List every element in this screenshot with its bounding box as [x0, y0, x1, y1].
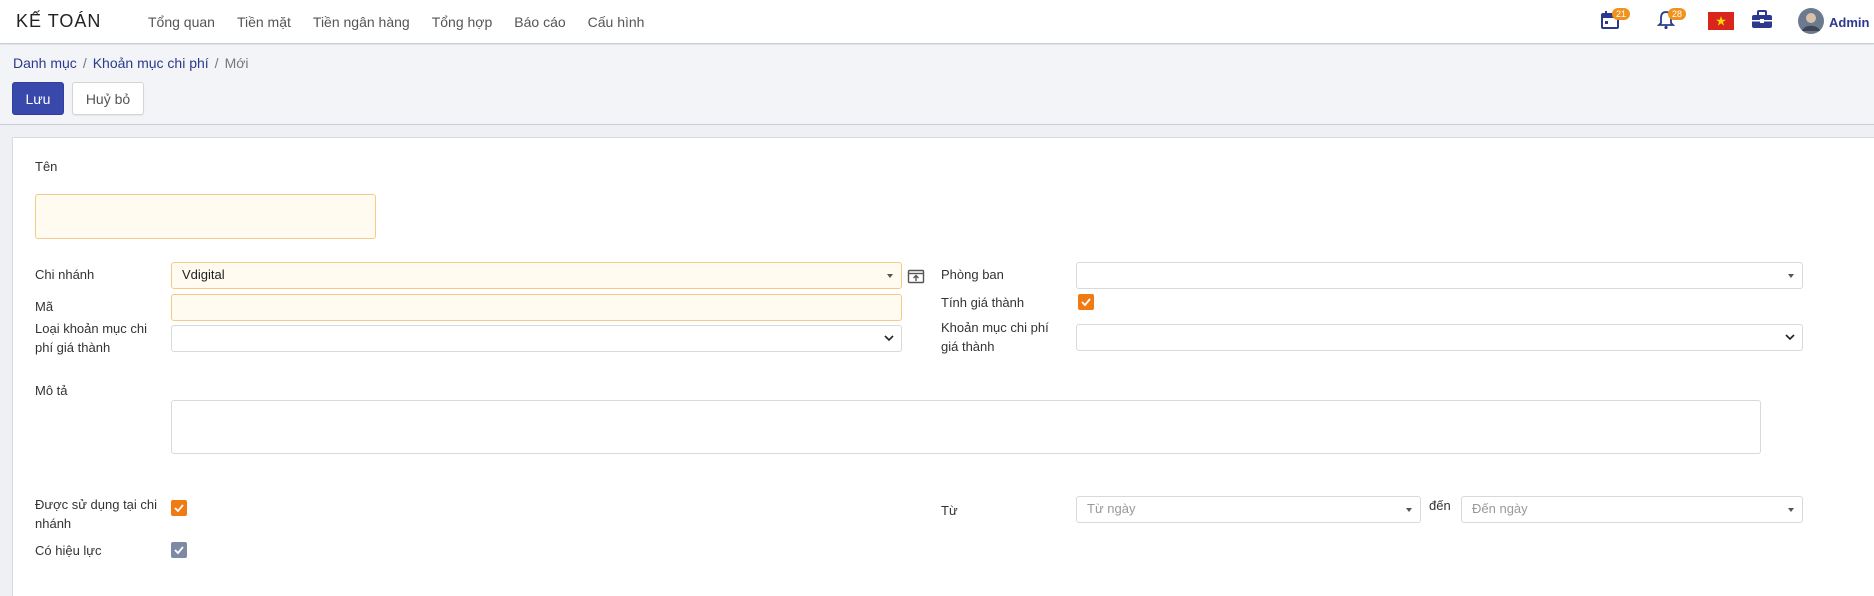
branch-value: Vdigital: [182, 267, 225, 282]
calendar-badge: 21: [1612, 8, 1630, 20]
chevron-down-icon: [1785, 334, 1795, 341]
caret-down-icon: [887, 274, 893, 278]
used-in-branch-label-line1: Được sử dụng tại chi: [35, 497, 158, 512]
form-sheet: Tên Chi nhánh Vdigital Mã Loại khoản mục…: [12, 137, 1874, 596]
compute-cost-checkbox[interactable]: [1078, 294, 1094, 310]
app-brand[interactable]: KẾ TOÁN: [16, 11, 101, 32]
department-label: Phòng ban: [941, 267, 1004, 282]
menu-item-configuration[interactable]: Cấu hình: [588, 14, 645, 30]
breadcrumb-separator: /: [82, 55, 87, 71]
from-label: Từ: [941, 503, 958, 518]
chevron-down-icon: [884, 335, 894, 342]
cost-type-label-line2: phí giá thành: [35, 340, 111, 355]
department-select[interactable]: [1076, 262, 1803, 289]
caret-down-icon: [1788, 508, 1794, 512]
used-in-branch-checkbox[interactable]: [171, 500, 187, 516]
breadcrumb-khoan-muc[interactable]: Khoản mục chi phí: [93, 55, 209, 71]
active-label: Có hiệu lực: [35, 543, 102, 558]
bell-icon[interactable]: 28: [1656, 8, 1686, 34]
description-textarea[interactable]: [171, 400, 1761, 454]
code-input[interactable]: [171, 294, 902, 321]
from-date-placeholder: Từ ngày: [1087, 501, 1136, 516]
external-link-icon[interactable]: [907, 267, 925, 285]
checkmark-icon: [174, 504, 184, 513]
briefcase-icon[interactable]: [1751, 10, 1775, 34]
from-date-input[interactable]: Từ ngày: [1076, 496, 1421, 523]
notification-badge: 28: [1668, 8, 1686, 20]
control-panel: Danh mục / Khoản mục chi phí / Mới Lưu Huỷ b…: [0, 45, 1874, 125]
vietnam-flag-icon[interactable]: [1708, 12, 1734, 30]
name-label: Tên: [35, 159, 58, 174]
menu-item-cash[interactable]: Tiền mặt: [237, 14, 291, 30]
name-input[interactable]: [35, 194, 376, 239]
to-label: đến: [1429, 498, 1451, 513]
user-avatar[interactable]: [1798, 8, 1824, 34]
cost-item-label-line1: Khoản mục chi phí: [941, 320, 1049, 335]
caret-down-icon: [1788, 274, 1794, 278]
menu-item-bank[interactable]: Tiền ngân hàng: [313, 14, 410, 30]
description-label: Mô tả: [35, 383, 68, 398]
breadcrumb-danh-muc[interactable]: Danh mục: [13, 55, 77, 71]
main-menu: Tổng quan Tiền mặt Tiền ngân hàng Tổng h…: [148, 14, 666, 30]
caret-down-icon: [1406, 508, 1412, 512]
checkmark-icon: [1081, 298, 1091, 307]
user-name[interactable]: Admin: [1829, 15, 1869, 30]
cost-type-label-line1: Loại khoản mục chi: [35, 321, 148, 336]
menu-item-overview[interactable]: Tổng quan: [148, 14, 215, 30]
top-navbar: KẾ TOÁN Tổng quan Tiền mặt Tiền ngân hàn…: [0, 0, 1874, 44]
discard-button[interactable]: Huỷ bỏ: [72, 82, 144, 115]
compute-cost-label: Tính giá thành: [941, 295, 1025, 310]
breadcrumb-separator: /: [214, 55, 219, 71]
menu-item-reports[interactable]: Báo cáo: [514, 14, 565, 30]
code-label: Mã: [35, 299, 54, 314]
used-in-branch-label-line2: nhánh: [35, 516, 72, 531]
to-date-input[interactable]: Đến ngày: [1461, 496, 1803, 523]
menu-item-general[interactable]: Tổng hợp: [432, 14, 493, 30]
cost-item-label-line2: giá thành: [941, 339, 995, 354]
breadcrumb-current: Mới: [224, 55, 249, 71]
cost-type-select[interactable]: [171, 325, 902, 352]
to-date-placeholder: Đến ngày: [1472, 501, 1528, 516]
active-checkbox[interactable]: [171, 542, 187, 558]
cost-item-select[interactable]: [1076, 324, 1803, 351]
branch-label: Chi nhánh: [35, 267, 95, 282]
branch-select[interactable]: Vdigital: [171, 262, 902, 289]
breadcrumb: Danh mục / Khoản mục chi phí / Mới: [13, 55, 249, 71]
save-button[interactable]: Lưu: [12, 82, 64, 115]
checkmark-icon: [174, 546, 184, 555]
calendar-icon[interactable]: 21: [1600, 8, 1630, 34]
